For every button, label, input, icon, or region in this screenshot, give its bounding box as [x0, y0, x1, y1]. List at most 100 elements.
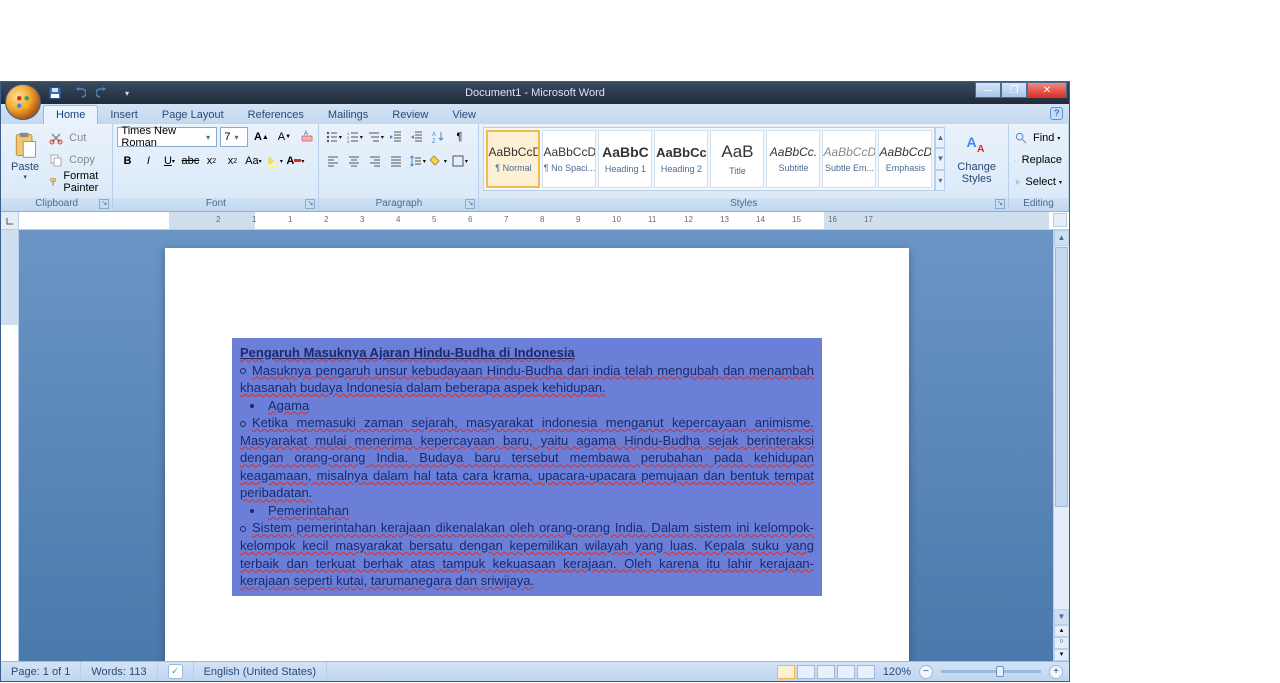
tab-insert[interactable]: Insert [98, 106, 150, 124]
tab-references[interactable]: References [236, 106, 316, 124]
maximize-button[interactable]: ❐ [1001, 82, 1027, 98]
sort-button[interactable]: AZ [428, 127, 448, 147]
style-subtle-emphasis[interactable]: AaBbCcDdSubtle Em... [822, 130, 876, 188]
view-full-screen[interactable] [797, 665, 815, 679]
group-editing: Find▾ abacReplace Select▾ Editing [1009, 124, 1069, 211]
gallery-more[interactable]: ▾ [935, 170, 945, 191]
view-outline[interactable] [837, 665, 855, 679]
borders-button[interactable]: ▾ [449, 151, 469, 171]
tab-selector[interactable] [1, 212, 19, 230]
increase-indent-button[interactable] [407, 127, 427, 147]
group-font: Times New Roman▾ 7▾ A▲ A▼ A B I U▾ abc x… [113, 124, 319, 211]
paragraph-launcher[interactable]: ↘ [465, 199, 475, 209]
italic-button[interactable]: I [138, 151, 158, 171]
redo-icon[interactable] [95, 85, 111, 101]
align-right-button[interactable] [365, 151, 385, 171]
view-draft[interactable] [857, 665, 875, 679]
style-normal[interactable]: AaBbCcDd¶ Normal [486, 130, 540, 188]
status-language[interactable]: English (United States) [194, 662, 328, 681]
zoom-in-button[interactable]: + [1049, 665, 1063, 679]
tab-review[interactable]: Review [380, 106, 440, 124]
tab-mailings[interactable]: Mailings [316, 106, 380, 124]
format-painter-button[interactable]: Format Painter [47, 171, 108, 193]
status-page[interactable]: Page: 1 of 1 [1, 662, 81, 681]
align-left-button[interactable] [323, 151, 343, 171]
scroll-up-button[interactable]: ▲ [1054, 230, 1069, 246]
document-page[interactable]: a.blogspot.con Pengaruh Masuknya Ajaran … [165, 248, 909, 661]
next-page-button[interactable]: ▾ [1054, 649, 1069, 661]
clear-formatting-button[interactable]: A [297, 127, 317, 147]
bold-button[interactable]: B [117, 151, 137, 171]
tab-page-layout[interactable]: Page Layout [150, 106, 236, 124]
align-center-button[interactable] [344, 151, 364, 171]
numbering-button[interactable]: 123▾ [344, 127, 364, 147]
styles-launcher[interactable]: ↘ [995, 199, 1005, 209]
spacing-icon [409, 154, 423, 168]
grow-font-button[interactable]: A▲ [251, 127, 271, 147]
zoom-level[interactable]: 120% [883, 666, 911, 678]
scroll-track[interactable] [1054, 246, 1069, 609]
tab-view[interactable]: View [440, 106, 488, 124]
paste-button[interactable]: Paste ▾ [5, 127, 45, 185]
cut-button[interactable]: Cut [47, 127, 108, 149]
change-styles-button[interactable]: AA Change Styles [949, 127, 1004, 189]
shading-button[interactable]: ▾ [428, 151, 448, 171]
font-color-button[interactable]: A▾ [285, 151, 305, 171]
style-title[interactable]: AaBTitle [710, 130, 764, 188]
vertical-scrollbar[interactable]: ▲ ▼ ▴ ○ ▾ [1053, 230, 1069, 661]
style-heading2[interactable]: AaBbCcHeading 2 [654, 130, 708, 188]
style-gallery[interactable]: AaBbCcDd¶ Normal AaBbCcDd¶ No Spaci... A… [483, 127, 935, 191]
horizontal-ruler[interactable]: 211234567891011121314151617 [169, 212, 1049, 230]
qat-customize-icon[interactable]: ▾ [119, 85, 135, 101]
browse-object-button[interactable]: ○ [1054, 637, 1069, 649]
find-button[interactable]: Find▾ [1013, 127, 1064, 149]
multilevel-button[interactable]: ▾ [365, 127, 385, 147]
bullets-button[interactable]: ▾ [323, 127, 343, 147]
font-launcher[interactable]: ↘ [305, 199, 315, 209]
prev-page-button[interactable]: ▴ [1054, 625, 1069, 637]
underline-button[interactable]: U▾ [159, 151, 179, 171]
view-web-layout[interactable] [817, 665, 835, 679]
office-button[interactable] [5, 84, 41, 120]
zoom-out-button[interactable]: − [919, 665, 933, 679]
highlight-button[interactable]: ▾ [264, 151, 284, 171]
scroll-down-button[interactable]: ▼ [1054, 609, 1069, 625]
vertical-ruler[interactable] [1, 230, 19, 661]
clipboard-launcher[interactable]: ↘ [99, 199, 109, 209]
style-no-spacing[interactable]: AaBbCcDd¶ No Spaci... [542, 130, 596, 188]
style-subtitle[interactable]: AaBbCc.Subtitle [766, 130, 820, 188]
help-icon[interactable]: ? [1050, 107, 1063, 120]
save-icon[interactable] [47, 85, 63, 101]
zoom-knob[interactable] [996, 666, 1004, 677]
view-print-layout[interactable] [777, 665, 795, 679]
change-case-button[interactable]: Aa▾ [243, 151, 263, 171]
font-size-combo[interactable]: 7▾ [220, 127, 248, 147]
select-button[interactable]: Select▾ [1013, 171, 1064, 193]
font-name-combo[interactable]: Times New Roman▾ [117, 127, 217, 147]
strikethrough-button[interactable]: abc [180, 151, 200, 171]
zoom-slider[interactable] [941, 670, 1041, 673]
view-ruler-toggle[interactable] [1053, 213, 1067, 227]
subscript-button[interactable]: x2 [201, 151, 221, 171]
spacing-button[interactable]: ▾ [407, 151, 427, 171]
tab-home[interactable]: Home [43, 105, 98, 124]
undo-icon[interactable] [71, 85, 87, 101]
gallery-up[interactable]: ▲ [935, 127, 945, 148]
minimize-button[interactable]: — [975, 82, 1001, 98]
justify-button[interactable] [386, 151, 406, 171]
shrink-font-button[interactable]: A▼ [274, 127, 294, 147]
gallery-down[interactable]: ▼ [935, 148, 945, 169]
decrease-indent-button[interactable] [386, 127, 406, 147]
status-words[interactable]: Words: 113 [81, 662, 157, 681]
copy-button[interactable]: Copy [47, 149, 108, 171]
scroll-thumb[interactable] [1055, 247, 1068, 507]
status-spellcheck[interactable]: ✓ [158, 662, 194, 681]
multilevel-icon [367, 130, 381, 144]
show-marks-button[interactable]: ¶ [449, 127, 469, 147]
superscript-button[interactable]: x2 [222, 151, 242, 171]
replace-button[interactable]: abacReplace [1013, 149, 1064, 171]
style-emphasis[interactable]: AaBbCcDEmphasis [878, 130, 932, 188]
style-heading1[interactable]: AaBbCHeading 1 [598, 130, 652, 188]
close-button[interactable]: ✕ [1027, 82, 1067, 98]
document-area: a.blogspot.con Pengaruh Masuknya Ajaran … [1, 230, 1053, 661]
